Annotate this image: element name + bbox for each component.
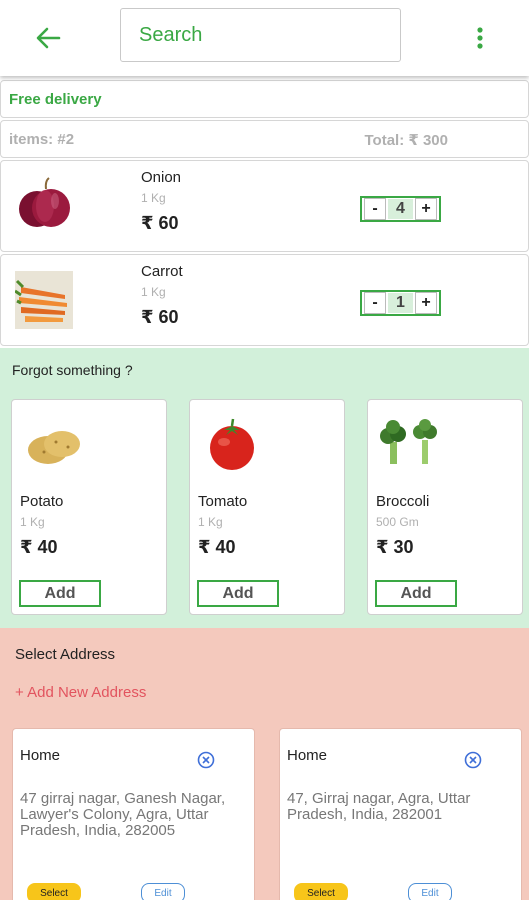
product-card-tomato: Tomato 1 Kg ₹ 40 Add [189, 399, 345, 615]
add-button[interactable]: Add [197, 580, 279, 607]
tomato-image [210, 418, 254, 470]
product-price: ₹ 40 [20, 537, 58, 557]
edit-address-button[interactable]: Edit [141, 883, 185, 900]
product-card-broccoli: Broccoli 500 Gm ₹ 30 Add [367, 399, 523, 615]
address-text: 47, Girraj nagar, Agra, Uttar Pradesh, I… [287, 790, 471, 823]
cart-item-onion: Onion 1 Kg ₹ 60 - 4 + [0, 160, 529, 252]
add-button[interactable]: Add [19, 580, 101, 607]
quantity-stepper: - 4 + [360, 196, 441, 222]
quantity-value: 4 [388, 199, 413, 219]
more-vertical-icon [477, 27, 483, 49]
address-text: 47 girraj nagar, Ganesh Nagar, Lawyer's … [20, 790, 226, 839]
increase-button[interactable]: + [415, 198, 437, 220]
decrease-button[interactable]: - [364, 198, 386, 220]
close-circle-icon[interactable] [464, 751, 482, 769]
item-unit: 1 Kg [141, 285, 166, 299]
items-count: items: #2 [9, 131, 75, 148]
product-name: Tomato [198, 493, 248, 510]
product-price: ₹ 30 [376, 537, 414, 557]
more-options-button[interactable] [466, 20, 494, 56]
add-button[interactable]: Add [375, 580, 457, 607]
top-app-bar [0, 0, 529, 76]
broccoli-image [380, 419, 437, 464]
quantity-value: 1 [388, 293, 413, 313]
item-name: Onion [141, 169, 182, 186]
free-delivery-banner: Free delivery [0, 80, 529, 118]
address-title: Select Address [15, 646, 116, 663]
address-card: Home 47, Girraj nagar, Agra, Uttar Prade… [279, 728, 522, 900]
increase-button[interactable]: + [415, 292, 437, 314]
product-name: Broccoli [376, 493, 430, 510]
arrow-left-icon [36, 27, 61, 49]
quantity-stepper: - 1 + [360, 290, 441, 316]
suggestions-title: Forgot something ? [12, 362, 133, 378]
cart-total: Total: ₹ 300 [364, 132, 448, 149]
item-name: Carrot [141, 263, 183, 280]
cart-summary: items: #2 Total: ₹ 300 [0, 120, 529, 158]
product-card-potato: Potato 1 Kg ₹ 40 Add [11, 399, 167, 615]
address-section: Select Address + Add New Address Home 47… [0, 628, 529, 900]
decrease-button[interactable]: - [364, 292, 386, 314]
product-name: Potato [20, 493, 64, 510]
select-address-button[interactable]: Select [27, 883, 81, 900]
product-price: ₹ 40 [198, 537, 236, 557]
carrot-image [15, 271, 73, 329]
close-circle-icon[interactable] [197, 751, 215, 769]
cart-item-carrot: Carrot 1 Kg ₹ 60 - 1 + [0, 254, 529, 346]
product-unit: 1 Kg [198, 515, 223, 529]
add-new-address-link[interactable]: + Add New Address [15, 684, 146, 701]
product-unit: 1 Kg [20, 515, 45, 529]
suggestions-section: Forgot something ? Potato 1 Kg ₹ 40 Add … [0, 348, 529, 628]
back-button[interactable] [30, 20, 66, 56]
item-unit: 1 Kg [141, 191, 166, 205]
select-address-button[interactable]: Select [294, 883, 348, 900]
edit-address-button[interactable]: Edit [408, 883, 452, 900]
onion-image [19, 177, 70, 227]
address-label: Home [20, 747, 61, 764]
item-price: ₹ 60 [141, 213, 179, 233]
free-delivery-text: Free delivery [9, 91, 102, 108]
potato-image [28, 431, 80, 464]
address-label: Home [287, 747, 328, 764]
product-unit: 500 Gm [376, 515, 419, 529]
address-card: Home 47 girraj nagar, Ganesh Nagar, Lawy… [12, 728, 255, 900]
item-price: ₹ 60 [141, 307, 179, 327]
search-input[interactable] [120, 8, 401, 62]
